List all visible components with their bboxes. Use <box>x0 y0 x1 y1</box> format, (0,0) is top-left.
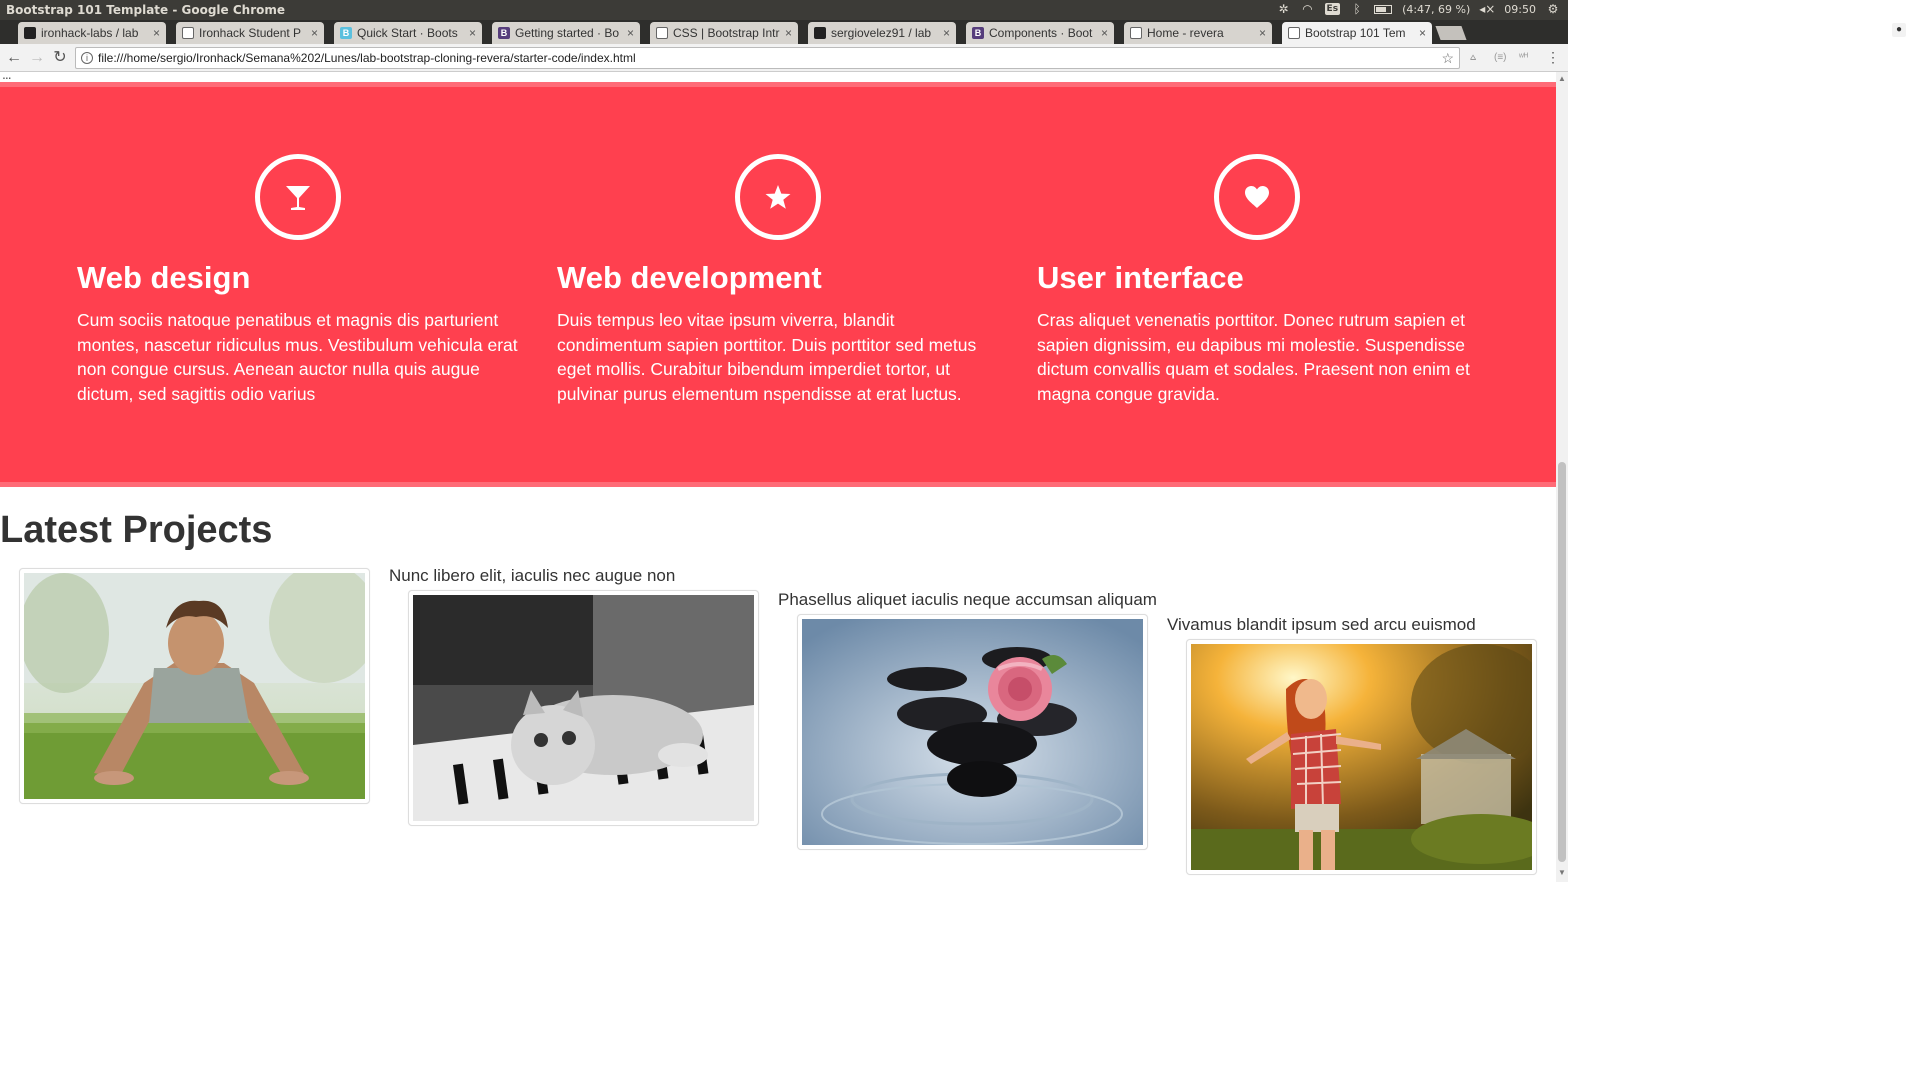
project-thumbnail[interactable] <box>1186 639 1537 875</box>
keyboard-layout-indicator[interactable]: Es <box>1324 3 1341 15</box>
browser-tab[interactable]: B Quick Start · Boots × <box>334 22 482 44</box>
star-icon <box>735 154 821 240</box>
window-title: Bootstrap 101 Template - Google Chrome <box>6 3 286 17</box>
bluetooth-icon[interactable]: ᛒ <box>1350 2 1364 16</box>
github-icon <box>24 27 36 39</box>
scroll-down-icon[interactable]: ▼ <box>1558 868 1566 877</box>
address-bar[interactable]: i file:///home/sergio/Ironhack/Semana%20… <box>75 47 1460 69</box>
close-icon[interactable]: × <box>943 26 950 40</box>
browser-tab[interactable]: B Components · Boot × <box>966 22 1114 44</box>
bootstrap-icon: B <box>498 27 510 39</box>
close-icon[interactable]: × <box>1419 26 1426 40</box>
project-caption: Vivamus blandit ipsum sed arcu euismod <box>1167 615 1476 634</box>
browser-tab[interactable]: ironhack-labs / lab × <box>18 22 166 44</box>
info-icon[interactable]: i <box>81 52 93 64</box>
page-icon <box>1130 27 1142 39</box>
volume-icon[interactable]: ◂× <box>1479 2 1495 16</box>
github-icon <box>814 27 826 39</box>
extension-icon[interactable]: ʷᴴ <box>1519 52 1528 63</box>
page-scrollbar[interactable]: ▲ ▼ <box>1556 72 1568 882</box>
tab-label: sergiovelez91 / lab <box>831 26 932 40</box>
wifi-icon[interactable]: ◠ <box>1301 2 1315 16</box>
kitten-piano-photo <box>413 595 754 821</box>
man-pushup-photo <box>24 573 365 799</box>
settings-gear-icon[interactable]: ✲ <box>1277 2 1291 16</box>
project-thumbnail[interactable] <box>19 568 370 804</box>
service-description: Cras aliquet venenatis porttitor. Donec … <box>1037 310 1470 404</box>
bookmark-star-icon[interactable]: ☆ <box>1441 48 1454 68</box>
tab-label: Quick Start · Boots <box>357 26 458 40</box>
close-icon[interactable]: × <box>1101 26 1108 40</box>
extension-icon[interactable]: ⩟ <box>1470 52 1476 63</box>
page-icon <box>1288 27 1300 39</box>
os-top-bar: Bootstrap 101 Template - Google Chrome ✲… <box>0 0 1568 20</box>
tab-label: CSS | Bootstrap Intr <box>673 26 780 40</box>
profile-icon[interactable]: ● <box>1892 23 1906 37</box>
browser-tab[interactable]: B Getting started · Bo × <box>492 22 640 44</box>
service-title: Web development <box>557 260 822 295</box>
menu-dots-icon[interactable]: ⋮ <box>1546 49 1560 66</box>
close-icon[interactable]: × <box>469 26 476 40</box>
service-description: Duis tempus leo vitae ipsum viverra, bla… <box>557 310 977 404</box>
project-caption: Nunc libero elit, iaculis nec augue non <box>389 566 676 585</box>
page-icon <box>656 27 668 39</box>
rose-stones-photo <box>802 619 1143 845</box>
service-title: User interface <box>1037 260 1244 295</box>
url-text: file:///home/sergio/Ironhack/Semana%202/… <box>98 51 636 65</box>
tab-label: Bootstrap 101 Tem <box>1305 26 1406 40</box>
tab-label: ironhack-labs / lab <box>41 26 139 40</box>
project-thumbnail[interactable] <box>408 590 759 826</box>
browser-tab[interactable]: sergiovelez91 / lab × <box>808 22 956 44</box>
close-icon[interactable]: × <box>627 26 634 40</box>
battery-icon[interactable] <box>1374 4 1393 14</box>
close-icon[interactable]: × <box>785 26 792 40</box>
services-section: Web design Cum sociis natoque penatibus … <box>0 82 1556 487</box>
battery-status: (4:47, 69 %) <box>1402 2 1471 16</box>
power-gear-icon[interactable]: ⚙ <box>1546 2 1560 16</box>
project-thumbnail[interactable] <box>797 614 1148 850</box>
projects-heading: Latest Projects <box>0 509 273 551</box>
overflow-dots-icon: ... <box>2 72 12 82</box>
back-arrow-icon[interactable]: ← <box>4 48 24 68</box>
extension-icon[interactable]: (≡) <box>1494 52 1507 63</box>
heart-icon <box>1214 154 1300 240</box>
cocktail-glass-icon <box>255 154 341 240</box>
project-caption: Phasellus aliquet iaculis neque accumsan… <box>778 590 1157 609</box>
close-icon[interactable]: × <box>311 26 318 40</box>
browser-tab[interactable]: Home - revera × <box>1124 22 1272 44</box>
close-icon[interactable]: × <box>153 26 160 40</box>
forward-arrow-icon[interactable]: → <box>27 48 47 68</box>
bootstrap-icon: B <box>972 27 984 39</box>
clock[interactable]: 09:50 <box>1504 3 1536 16</box>
tab-label: Components · Boot <box>989 26 1093 40</box>
tab-strip: ironhack-labs / lab × Ironhack Student P… <box>0 20 1568 44</box>
scrollbar-thumb[interactable] <box>1558 462 1566 862</box>
reload-icon[interactable]: ↻ <box>50 48 70 68</box>
browser-tab[interactable]: Ironhack Student P × <box>176 22 324 44</box>
service-title: Web design <box>77 260 251 295</box>
page-viewport: ... Web design Cum sociis natoque penati… <box>0 72 1556 882</box>
woman-sunlight-photo <box>1191 644 1532 870</box>
tab-label: Getting started · Bo <box>515 26 620 40</box>
close-icon[interactable]: × <box>1259 26 1266 40</box>
tab-label: Home - revera <box>1147 26 1224 40</box>
browser-tab[interactable]: CSS | Bootstrap Intr × <box>650 22 798 44</box>
bootstrap-blue-icon: B <box>340 27 352 39</box>
service-description: Cum sociis natoque penatibus et magnis d… <box>77 310 518 404</box>
browser-toolbar: ← → ↻ i file:///home/sergio/Ironhack/Sem… <box>0 44 1568 72</box>
system-tray: ✲ ◠ Es ᛒ (4:47, 69 %) ◂× 09:50 ⚙ <box>1277 2 1560 16</box>
scroll-up-icon[interactable]: ▲ <box>1558 74 1566 83</box>
page-icon <box>182 27 194 39</box>
tab-label: Ironhack Student P <box>199 26 302 40</box>
browser-tab-active[interactable]: Bootstrap 101 Tem × <box>1282 22 1432 44</box>
new-tab-button[interactable] <box>1435 26 1467 40</box>
